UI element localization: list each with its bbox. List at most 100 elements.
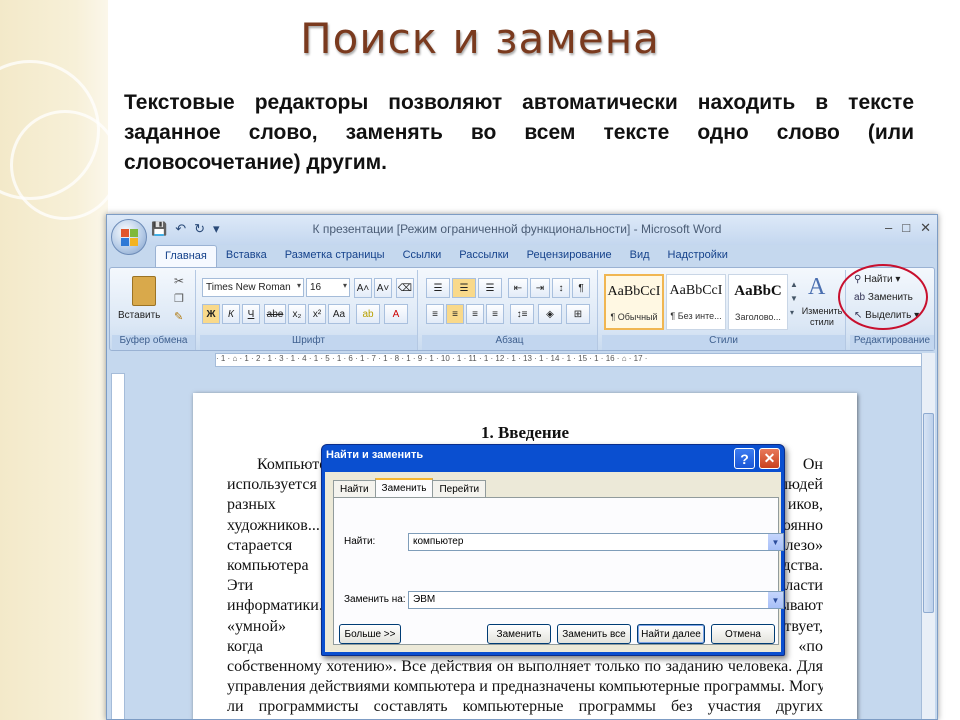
multilevel-list-button[interactable]: ☰ — [478, 278, 502, 298]
slide-decor-strip — [0, 0, 120, 720]
office-logo-icon — [121, 229, 139, 247]
dialog-close-button[interactable]: ✕ — [759, 448, 780, 469]
dialog-title: Найти и заменить — [326, 449, 424, 461]
align-center-button[interactable]: ≡ — [446, 304, 464, 324]
dialog-tab-find[interactable]: Найти — [333, 480, 376, 497]
help-button[interactable]: ? — [734, 448, 755, 469]
maximize-icon[interactable]: □ — [902, 220, 910, 236]
font-size-select[interactable]: 16 ▾ — [306, 278, 350, 297]
save-icon[interactable]: 💾 — [151, 221, 167, 237]
office-button[interactable] — [111, 219, 147, 255]
paste-button-label[interactable]: Вставить — [118, 310, 160, 321]
group-font: Times New Roman ▾ 16 ▾ A˄ A˅ ⌫ Ж К Ч abe x… — [200, 270, 418, 350]
group-styles: AaBbCcI ¶ Обычный AaBbCcI ¶ Без инте... … — [602, 270, 846, 350]
redo-icon[interactable]: ↻ — [194, 221, 205, 237]
superscript-button[interactable]: x² — [308, 304, 326, 324]
italic-button[interactable]: К — [222, 304, 240, 324]
tab-view[interactable]: Вид — [621, 245, 659, 267]
chevron-down-icon[interactable]: ▼ — [768, 534, 783, 550]
decrease-indent-button[interactable]: ⇤ — [508, 278, 528, 298]
find-what-input[interactable]: компьютер ▼ — [408, 533, 784, 551]
replace-with-input[interactable]: ЭВМ ▼ — [408, 591, 784, 609]
highlight-ellipse — [838, 264, 928, 330]
grow-font-button[interactable]: A˄ — [354, 278, 372, 298]
tab-addins[interactable]: Надстройки — [659, 245, 737, 267]
format-painter-icon[interactable]: ✎ — [174, 310, 183, 323]
more-button[interactable]: Больше >> — [339, 624, 401, 644]
chevron-down-icon[interactable]: ▼ — [768, 592, 783, 608]
font-name-value: Times New Roman — [206, 282, 291, 293]
clear-format-button[interactable]: ⌫ — [396, 278, 414, 298]
slide-body-text: Текстовые редакторы позволяют автоматиче… — [124, 91, 914, 174]
numbering-button[interactable]: ☰ — [452, 278, 476, 298]
vertical-ruler[interactable] — [111, 373, 125, 719]
align-right-button[interactable]: ≡ — [466, 304, 484, 324]
shading-button[interactable]: ◈ — [538, 304, 562, 324]
underline-button[interactable]: Ч — [242, 304, 260, 324]
bold-button[interactable]: Ж — [202, 304, 220, 324]
chevron-down-icon: ▾ — [342, 281, 347, 290]
show-marks-button[interactable]: ¶ — [572, 278, 590, 298]
change-styles-icon[interactable]: A — [808, 274, 825, 301]
dialog-tabs: Найти Заменить Перейти — [333, 478, 487, 497]
line-spacing-button[interactable]: ↕≡ — [510, 304, 534, 324]
document-line: собственному хотению». Все действия он в… — [227, 657, 823, 675]
font-name-select[interactable]: Times New Roman ▾ — [202, 278, 304, 297]
find-next-button[interactable]: Найти далее — [637, 624, 705, 644]
highlight-button[interactable]: ab — [356, 304, 380, 324]
font-color-button[interactable]: A — [384, 304, 408, 324]
style-preview: AaBbCcI — [669, 283, 723, 298]
scrollbar-thumb[interactable] — [923, 413, 934, 613]
align-left-button[interactable]: ≡ — [426, 304, 444, 324]
borders-button[interactable]: ⊞ — [566, 304, 590, 324]
quick-access-toolbar: 💾 ↶ ↻ ▾ — [151, 221, 220, 237]
group-label-editing: Редактирование — [850, 335, 934, 350]
paste-icon[interactable] — [132, 276, 156, 306]
horizontal-ruler[interactable]: · 1 · ⌂ · 1 · 2 · 1 · 3 · 1 · 4 · 1 · 5 … — [215, 353, 935, 367]
shrink-font-button[interactable]: A˅ — [374, 278, 392, 298]
replace-button[interactable]: Заменить — [487, 624, 551, 644]
bullets-button[interactable]: ☰ — [426, 278, 450, 298]
document-heading: 1. Введение — [480, 423, 570, 442]
group-label-font: Шрифт — [200, 335, 417, 350]
replace-with-label: Заменить на: — [344, 594, 406, 605]
replace-all-button[interactable]: Заменить все — [557, 624, 631, 644]
document-line: ли программисты составлять компьютерные … — [227, 698, 823, 716]
style-no-spacing[interactable]: AaBbCcI ¶ Без инте... — [666, 274, 726, 330]
vertical-scrollbar[interactable] — [921, 353, 935, 719]
style-heading[interactable]: AaBbC Заголово... — [728, 274, 788, 330]
style-normal[interactable]: AaBbCcI ¶ Обычный — [604, 274, 664, 330]
sort-button[interactable]: ↕ — [552, 278, 570, 298]
dialog-tab-replace[interactable]: Заменить — [374, 478, 434, 497]
justify-button[interactable]: ≡ — [486, 304, 504, 324]
dialog-tab-panel: Найти: компьютер ▼ Заменить на: ЭВМ ▼ — [333, 497, 784, 645]
tab-home[interactable]: Главная — [155, 245, 217, 267]
styles-scroll-icon[interactable]: ▲ ▼ ▾ — [790, 278, 798, 320]
subscript-button[interactable]: x₂ — [288, 304, 306, 324]
decor-ring — [10, 110, 120, 220]
style-name: ¶ Без инте... — [670, 311, 722, 321]
copy-icon[interactable]: ❐ — [174, 292, 184, 305]
cancel-button[interactable]: Отмена — [711, 624, 775, 644]
increase-indent-button[interactable]: ⇥ — [530, 278, 550, 298]
style-preview: AaBbC — [734, 283, 782, 299]
group-paragraph: ☰ ☰ ☰ ⇤ ⇥ ↕ ¶ ≡ ≡ ≡ ≡ ↕≡ ◈ ⊞ Абзац — [422, 270, 598, 350]
minimize-icon[interactable]: – — [885, 220, 892, 236]
tab-insert[interactable]: Вставка — [217, 245, 276, 267]
cut-icon[interactable]: ✂ — [174, 274, 184, 288]
tab-references[interactable]: Ссылки — [394, 245, 451, 267]
style-preview: AaBbCcI — [607, 284, 661, 299]
change-styles-label[interactable]: Изменить стили — [800, 306, 844, 328]
group-label-paragraph: Абзац — [422, 335, 597, 350]
dialog-tab-goto[interactable]: Перейти — [432, 480, 487, 497]
qat-dropdown-icon[interactable]: ▾ — [213, 221, 220, 237]
change-case-button[interactable]: Aa — [328, 304, 350, 324]
tab-review[interactable]: Рецензирование — [518, 245, 621, 267]
undo-icon[interactable]: ↶ — [175, 221, 186, 237]
close-icon[interactable]: ✕ — [920, 220, 931, 236]
find-what-label: Найти: — [344, 536, 376, 547]
tab-page-layout[interactable]: Разметка страницы — [276, 245, 394, 267]
find-replace-dialog: Найти и заменить ? ✕ Найти Заменить Пере… — [321, 444, 785, 656]
tab-mailings[interactable]: Рассылки — [450, 245, 517, 267]
strikethrough-button[interactable]: abe — [264, 304, 286, 324]
